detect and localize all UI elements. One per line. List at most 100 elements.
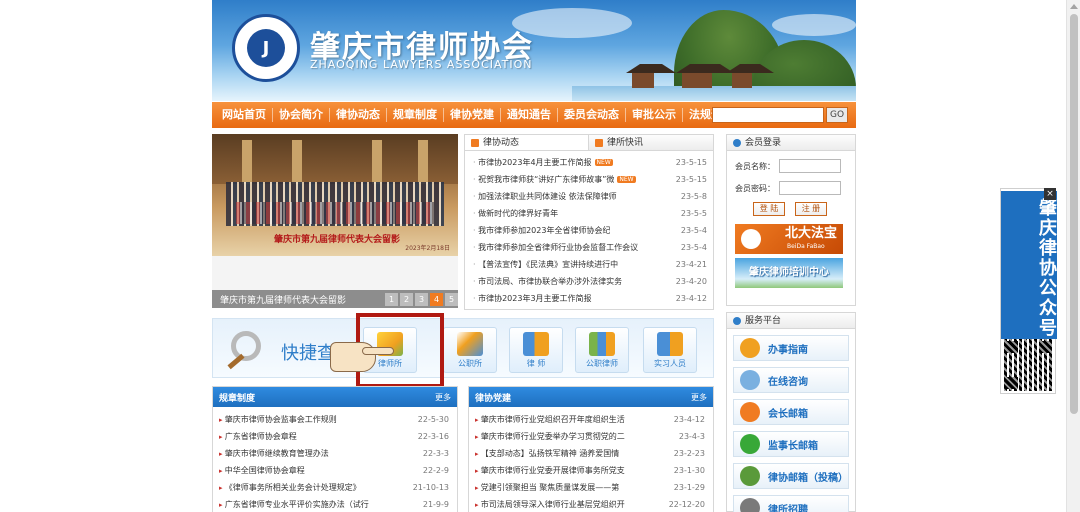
list-item[interactable]: 【支部动态】弘扬铁军精神 涵养爱国情 23-2-23: [475, 445, 705, 462]
pkulaw-logo-icon: [741, 229, 761, 249]
site-subtitle: ZHAOQING LAWYERS ASSOCIATION: [310, 58, 533, 71]
new-badge: NEW: [617, 176, 636, 183]
service-label: 律协邮箱（投稿）: [768, 472, 848, 484]
list-item-title: 党建引领聚担当 聚焦质量谋发展——第: [475, 479, 620, 496]
service-at-button[interactable]: 会长邮箱: [733, 399, 849, 425]
nav-item-approval[interactable]: 审批公示: [626, 108, 683, 122]
news-date: 23-5-5: [680, 209, 707, 218]
service-compass-button[interactable]: 办事指南: [733, 335, 849, 361]
slide-page-4[interactable]: 4: [430, 292, 443, 306]
news-title-wrap: 祝贺我市律师获“讲好广东律师故事”微NEW: [473, 171, 636, 188]
list-item[interactable]: 广东省律师协会章程 22-3-16: [219, 428, 449, 445]
nav-item-party[interactable]: 律协党建: [444, 108, 501, 122]
news-title: 市司法局、市律协联合举办涉外法律实务: [473, 273, 622, 290]
news-title: 祝贺我市律师获“讲好广东律师故事”微: [473, 171, 614, 188]
service-label: 会长邮箱: [768, 408, 808, 420]
photo-crowd: [236, 202, 434, 224]
news-item[interactable]: 市律协2023年4月主要工作简报NEW 23-5-15: [473, 154, 707, 171]
tab-firm-news[interactable]: 律所快讯: [589, 135, 713, 150]
wechat-account-label: 肇庆律协公众号: [1001, 191, 1057, 339]
register-button[interactable]: 注 册: [795, 202, 827, 216]
service-briefcase-button[interactable]: 律所招聘: [733, 495, 849, 512]
service-chat-button[interactable]: 在线咨询: [733, 367, 849, 393]
scroll-up-icon[interactable]: [1070, 4, 1078, 9]
list-item-title: 广东省律师协会章程: [219, 428, 297, 445]
search-input[interactable]: [712, 107, 824, 123]
edit-icon: [740, 466, 760, 486]
slide-page-1[interactable]: 1: [385, 292, 398, 306]
nav-item-committee[interactable]: 委员会动态: [558, 108, 626, 122]
service-edit-button[interactable]: 律协邮箱（投稿）: [733, 463, 849, 489]
nav-item-home[interactable]: 网站首页: [216, 108, 273, 122]
news-item[interactable]: 做新时代的律界好青年 23-5-5: [473, 205, 707, 222]
news-item[interactable]: 我市律师参加全省律师行业协会监督工作会议 23-5-4: [473, 239, 707, 256]
list-item[interactable]: 肇庆市律师协会监事会工作规则 22-5-30: [219, 411, 449, 428]
news-item[interactable]: 【普法宣传】《民法典》宣讲持续进行中 23-4-21: [473, 256, 707, 273]
list-item[interactable]: 肇庆市律师行业党委开展律师事务所党支 23-1-30: [475, 462, 705, 479]
list-item-title: 肇庆市律师协会监事会工作规则: [219, 411, 337, 428]
scrollbar[interactable]: [1066, 0, 1080, 512]
news-item[interactable]: 我市律师参加2023年全省律师协会纪 23-5-4: [473, 222, 707, 239]
arrow-icon: [595, 138, 603, 147]
member-login-box: 会员登录 会员名称： 会员密码： 登 陆 注 册 北大法宝 BeiDa FaBa…: [726, 134, 856, 306]
public-lawyer-icon: [589, 332, 615, 356]
training-center-banner[interactable]: 肇庆律师培训中心: [735, 258, 843, 288]
list-item[interactable]: 肇庆市律师行业党组织召开年度组织生活 23-4-12: [475, 411, 705, 428]
search-button[interactable]: GO: [826, 107, 848, 123]
news-title-wrap: 市律协2023年4月主要工作简报NEW: [473, 154, 613, 171]
news-title: 市律协2023年3月主要工作简报: [473, 290, 591, 307]
list-item[interactable]: 中华全国律师协会章程 22-2-9: [219, 462, 449, 479]
scroll-thumb[interactable]: [1070, 14, 1078, 414]
wechat-float-panel: 肇庆律协公众号 ×: [1000, 188, 1057, 394]
news-item[interactable]: 市律协2023年3月主要工作简报 23-4-12: [473, 290, 707, 307]
service-label: 在线咨询: [768, 376, 808, 388]
news-date: 23-5-4: [680, 226, 707, 235]
party-list-panel: 律协党建 更多 肇庆市律师行业党组织召开年度组织生活23-4-12肇庆市律师行业…: [468, 386, 714, 512]
page: J 肇庆市律师协会 ZHAOQING LAWYERS ASSOCIATION 网…: [212, 0, 856, 512]
quick-public-lawyer-button[interactable]: 公职律师: [575, 327, 629, 373]
list-item[interactable]: 肇庆市律师行业党委举办学习贯彻党的二 23-4-3: [475, 428, 705, 445]
party-more-link[interactable]: 更多: [691, 392, 707, 403]
nav-item-notices[interactable]: 通知通告: [501, 108, 558, 122]
quick-lawyer-button[interactable]: 律 师: [509, 327, 563, 373]
list-item[interactable]: 党建引领聚担当 聚焦质量谋发展——第 23-1-29: [475, 479, 705, 496]
nav-item-about[interactable]: 协会简介: [273, 108, 330, 122]
list-item[interactable]: 市司法局领导深入律师行业基层党组织开 22-12-20: [475, 496, 705, 512]
slideshow-photo[interactable]: 肇庆市第九届律师代表大会留影 2023年2月18日: [212, 134, 458, 256]
nav-item-news[interactable]: 律协动态: [330, 108, 387, 122]
news-item[interactable]: 加强法律职业共同体建设 依法保障律师 23-5-8: [473, 188, 707, 205]
news-item[interactable]: 祝贺我市律师获“讲好广东律师故事”微NEW 23-5-15: [473, 171, 707, 188]
quick-intern-button[interactable]: 实习人员: [643, 327, 697, 373]
list-item-date: 23-1-30: [673, 466, 705, 475]
pavilion: [676, 64, 734, 88]
news-item[interactable]: 市司法局、市律协联合举办涉外法律实务 23-4-20: [473, 273, 707, 290]
photo-column: [242, 140, 252, 184]
list-item[interactable]: 《律师事务所相关业务会计处理规定》 21-10-13: [219, 479, 449, 496]
close-icon[interactable]: ×: [1044, 188, 1056, 200]
service-mail-button[interactable]: 监事长邮箱: [733, 431, 849, 457]
list-item-date: 22-3-3: [422, 449, 449, 458]
list-item-date: 23-2-23: [673, 449, 705, 458]
list-item-title: 《律师事务所相关业务会计处理规定》: [219, 479, 361, 496]
password-field[interactable]: [779, 181, 841, 195]
pkulaw-banner[interactable]: 北大法宝 BeiDa FaBao: [735, 224, 843, 254]
slideshow-bar: 肇庆市第九届律师代表大会留影 1 2 3 4 5: [212, 290, 458, 308]
nav-item-rules[interactable]: 规章制度: [387, 108, 444, 122]
slide-page-3[interactable]: 3: [415, 292, 428, 306]
list-item[interactable]: 肇庆市律师继续教育管理办法 22-3-3: [219, 445, 449, 462]
slide-page-5[interactable]: 5: [445, 292, 458, 306]
login-button[interactable]: 登 陆: [753, 202, 785, 216]
tab-association-news[interactable]: 律协动态: [465, 135, 589, 150]
party-list-header: 律协党建 更多: [469, 387, 713, 407]
news-title-wrap: 市律协2023年3月主要工作简报: [473, 290, 591, 307]
news-title-wrap: 我市律师参加2023年全省律师协会纪: [473, 222, 610, 239]
slideshow-caption[interactable]: 肇庆市第九届律师代表大会留影: [220, 293, 383, 306]
news-tabs: 律协动态 律所快讯: [465, 135, 713, 151]
list-item-title: 广东省律师专业水平评价实施办法（试行: [219, 496, 369, 512]
rules-more-link[interactable]: 更多: [435, 392, 451, 403]
username-field[interactable]: [779, 159, 841, 173]
quick-public-office-button[interactable]: 公职所: [443, 327, 497, 373]
slide-page-2[interactable]: 2: [400, 292, 413, 306]
list-item[interactable]: 广东省律师专业水平评价实施办法（试行 21-9-9: [219, 496, 449, 512]
association-logo[interactable]: J: [232, 14, 300, 82]
